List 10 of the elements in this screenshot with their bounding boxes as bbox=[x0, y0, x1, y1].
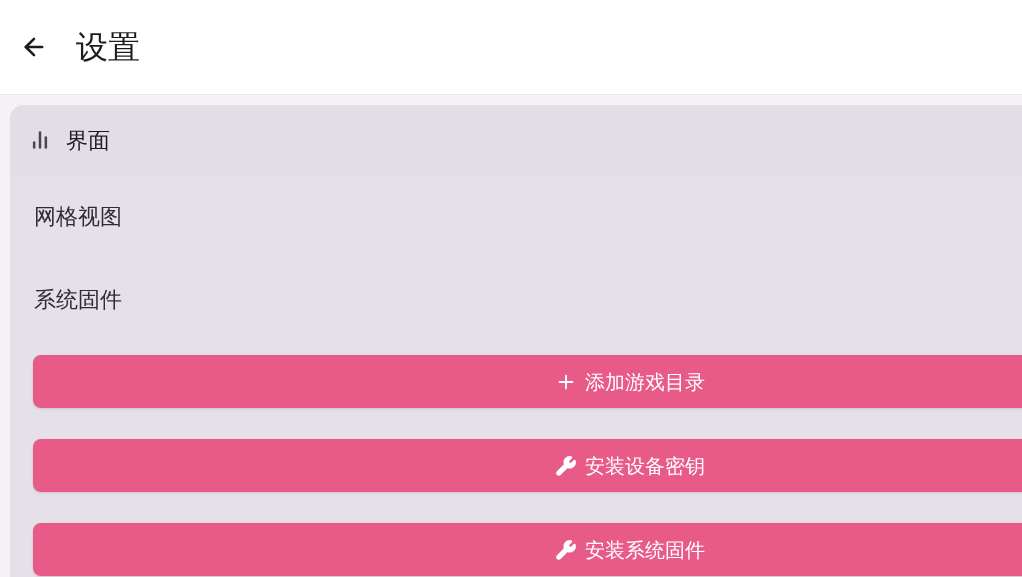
wrench-icon bbox=[555, 454, 577, 477]
page-title: 设置 bbox=[76, 27, 140, 68]
action-button[interactable]: 安装系统固件 bbox=[33, 523, 1022, 576]
setting-label[interactable]: 系统固件 bbox=[34, 283, 122, 316]
action-button[interactable]: 安装设备密钥 bbox=[33, 439, 1022, 492]
action-button[interactable]: 添加游戏目录 bbox=[33, 355, 1022, 408]
setting-label[interactable]: 网格视图 bbox=[34, 200, 122, 233]
section-title: 界面 bbox=[66, 126, 110, 155]
bar-chart-icon bbox=[30, 130, 50, 150]
wrench-icon bbox=[555, 538, 577, 561]
